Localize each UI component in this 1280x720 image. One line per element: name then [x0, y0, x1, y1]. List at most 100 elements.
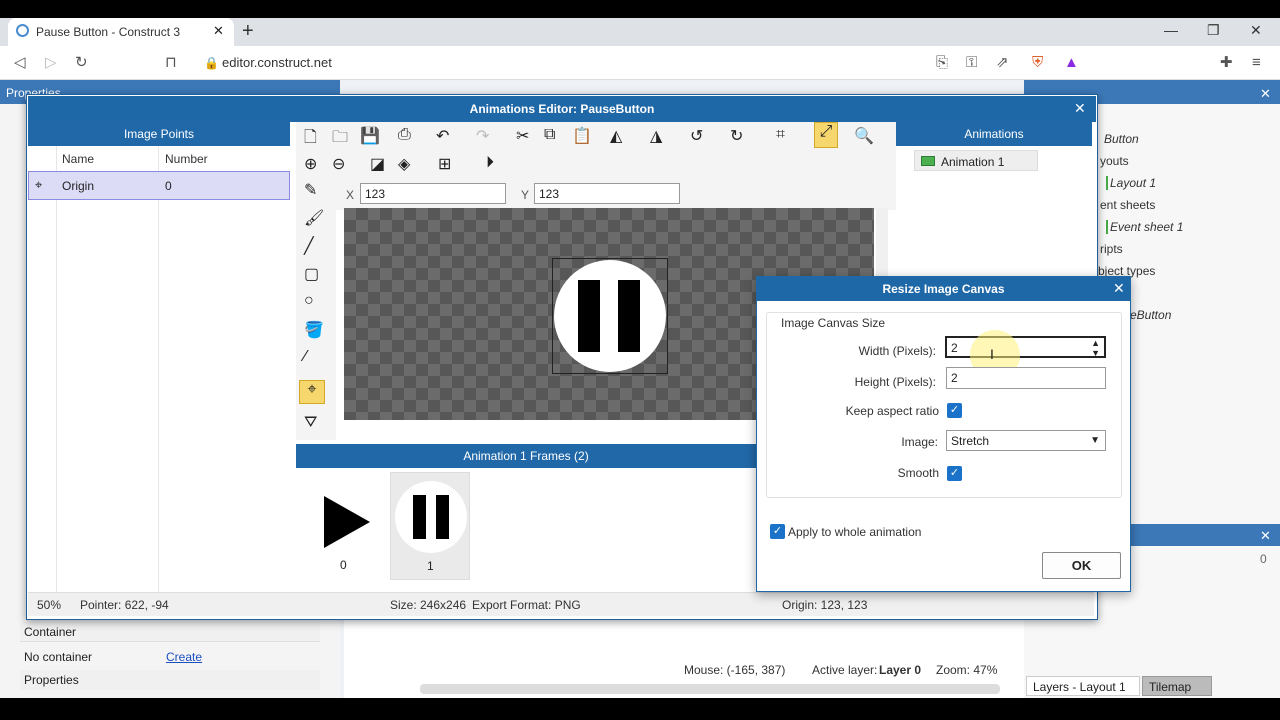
y-label: Y [521, 188, 530, 202]
spinner-icon[interactable]: ▲ ▼ [1091, 338, 1100, 358]
resize-canvas-icon[interactable]: ⤢ [814, 122, 838, 148]
share-icon[interactable]: ⇗ [996, 46, 1009, 80]
tab-layers-layout[interactable]: Layers - Layout 1 [1026, 676, 1140, 696]
origin-marker-icon[interactable]: ⌖ [604, 306, 611, 321]
reload-icon[interactable]: ↻ [75, 46, 88, 80]
status-pointer: Pointer: 622, -94 [80, 598, 169, 612]
layers-panel-close-icon[interactable]: ✕ [1260, 528, 1271, 544]
image-mode-select[interactable]: Stretch ▼ [946, 430, 1106, 451]
layout-status-bar: Mouse: (-165, 387) Active layer: Layer 0… [676, 660, 1016, 680]
window-minimize-button[interactable]: — [1164, 22, 1178, 38]
tree-item[interactable]: youts [1100, 154, 1129, 168]
col-number-header[interactable]: Number [165, 152, 208, 166]
key-icon[interactable]: ⚿ [966, 46, 977, 80]
no-container-label: No container [24, 650, 93, 664]
tree-item[interactable]: ent sheets [1100, 198, 1155, 212]
eyedropper-icon[interactable]: ⁄ [304, 348, 307, 366]
grid-icon[interactable]: ⊞ [438, 154, 451, 174]
browser-tab[interactable]: Pause Button - Construct 3 ✕ [8, 18, 234, 46]
window-maximize-button[interactable]: ❐ [1207, 22, 1220, 39]
extensions-icon[interactable]: ✚ [1220, 46, 1233, 80]
origin-number: 0 [165, 179, 172, 193]
layers-panel-header [1130, 524, 1280, 546]
keep-aspect-checkbox[interactable]: ✓ [947, 403, 962, 418]
play-icon [324, 496, 370, 548]
window-close-button[interactable]: ✕ [1250, 22, 1262, 39]
fill-icon[interactable]: 🪣 [304, 320, 324, 340]
tab-tilemap[interactable]: Tilemap [1142, 676, 1212, 696]
forward-icon[interactable]: ▷ [45, 46, 57, 80]
rewards-icon[interactable]: ▲ [1064, 46, 1079, 80]
apply-whole-animation-label: Apply to whole animation [788, 525, 922, 539]
tree-item[interactable]: Button [1104, 132, 1139, 146]
col-name-header[interactable]: Name [62, 152, 94, 166]
open-icon[interactable]: 🗀 [332, 126, 348, 153]
save-icon[interactable]: 💾 [360, 126, 380, 146]
tree-item[interactable]: eButton [1130, 308, 1171, 322]
zoom-out-icon[interactable]: ⊖ [332, 154, 345, 174]
active-layer-label: Active layer: [812, 663, 878, 677]
y-input[interactable]: 123 [534, 183, 680, 204]
new-icon[interactable]: 🗋 [304, 126, 317, 153]
tab-close-icon[interactable]: ✕ [213, 23, 224, 39]
ok-button[interactable]: OK [1042, 552, 1121, 579]
clipboard-icon[interactable]: ⎘ [936, 46, 948, 80]
properties-label: Properties [24, 673, 79, 687]
collision-polygon-icon[interactable]: ⛛ [304, 414, 317, 432]
line-icon[interactable]: ╱ [304, 236, 314, 256]
paste-icon[interactable]: 📋 [572, 126, 592, 146]
animation-list-item[interactable]: Animation 1 [914, 150, 1038, 171]
smooth-checkbox[interactable]: ✓ [947, 466, 962, 481]
brave-shield-icon[interactable]: ⛨ [1032, 46, 1043, 80]
origin-name: Origin [62, 179, 95, 193]
back-icon[interactable]: ◁ [14, 46, 26, 80]
new-tab-button[interactable]: + [242, 20, 254, 43]
url-field[interactable]: 🔒 editor.construct.net [196, 51, 1050, 75]
layout-h-scrollbar[interactable] [420, 684, 1000, 694]
image-point-tool-icon[interactable]: ⌖ [299, 380, 325, 404]
container-label: Container [24, 625, 77, 639]
apply-whole-animation-checkbox[interactable]: ✓ [770, 524, 785, 539]
ellipse-icon[interactable]: ○ [304, 292, 314, 310]
rotate-ccw-icon[interactable]: ↺ [690, 126, 703, 146]
tree-item[interactable]: ripts [1100, 242, 1123, 256]
image-point-row-origin[interactable]: ⌖ Origin 0 [28, 171, 290, 200]
menu-icon[interactable]: ≡ [1252, 46, 1261, 80]
rotate-cw-icon[interactable]: ↻ [730, 126, 743, 146]
bookmark-icon[interactable]: ⊓ [165, 46, 177, 80]
cut-icon[interactable]: ✂ [516, 126, 529, 146]
preview-icon[interactable]: ⏵ [486, 154, 494, 172]
image-mode-value: Stretch [951, 434, 990, 448]
keep-aspect-label: Keep aspect ratio [845, 404, 939, 418]
animations-editor-close-icon[interactable]: ✕ [1074, 100, 1086, 117]
tree-item[interactable]: Event sheet 1 [1106, 220, 1183, 234]
flip-icon[interactable]: ◮ [650, 126, 662, 146]
layers-count: 0 [1260, 552, 1267, 566]
frame-thumbnail-selected[interactable]: 1 [390, 472, 470, 580]
color-mode-icon[interactable]: ◪ [370, 154, 385, 174]
copy-icon[interactable]: ⧉ [544, 126, 555, 144]
brush-icon[interactable]: 🖌 [304, 208, 324, 228]
zoom-icon[interactable]: 🔍 [854, 126, 874, 146]
project-panel-close-icon[interactable]: ✕ [1260, 86, 1271, 102]
zoom-in-icon[interactable]: ⊕ [304, 154, 317, 174]
frame-thumbnail[interactable]: 0 [310, 474, 378, 580]
properties-section[interactable]: Properties [20, 670, 320, 690]
origin-point-icon: ⌖ [35, 177, 43, 192]
redo-icon[interactable]: ↷ [476, 126, 489, 146]
export-icon[interactable]: ⎙ [398, 126, 411, 144]
tree-item[interactable]: Layout 1 [1106, 176, 1156, 190]
animations-editor-title: Animations Editor: PauseButton [28, 96, 1096, 122]
mirror-icon[interactable]: ◭ [610, 126, 622, 146]
height-input[interactable]: 2 [946, 367, 1106, 389]
dialog-close-icon[interactable]: ✕ [1113, 280, 1125, 297]
layers-icon[interactable]: ◈ [398, 154, 410, 174]
rectangle-icon[interactable]: ▢ [304, 264, 319, 284]
undo-icon[interactable]: ↶ [436, 126, 449, 146]
tab-layers-label: Layers - Layout 1 [1033, 680, 1126, 694]
container-section[interactable]: Container [20, 622, 320, 642]
x-input[interactable]: 123 [360, 183, 506, 204]
pencil-icon[interactable]: ✎ [304, 180, 317, 200]
create-link[interactable]: Create [166, 650, 202, 664]
crop-icon[interactable]: ⌗ [776, 126, 785, 144]
